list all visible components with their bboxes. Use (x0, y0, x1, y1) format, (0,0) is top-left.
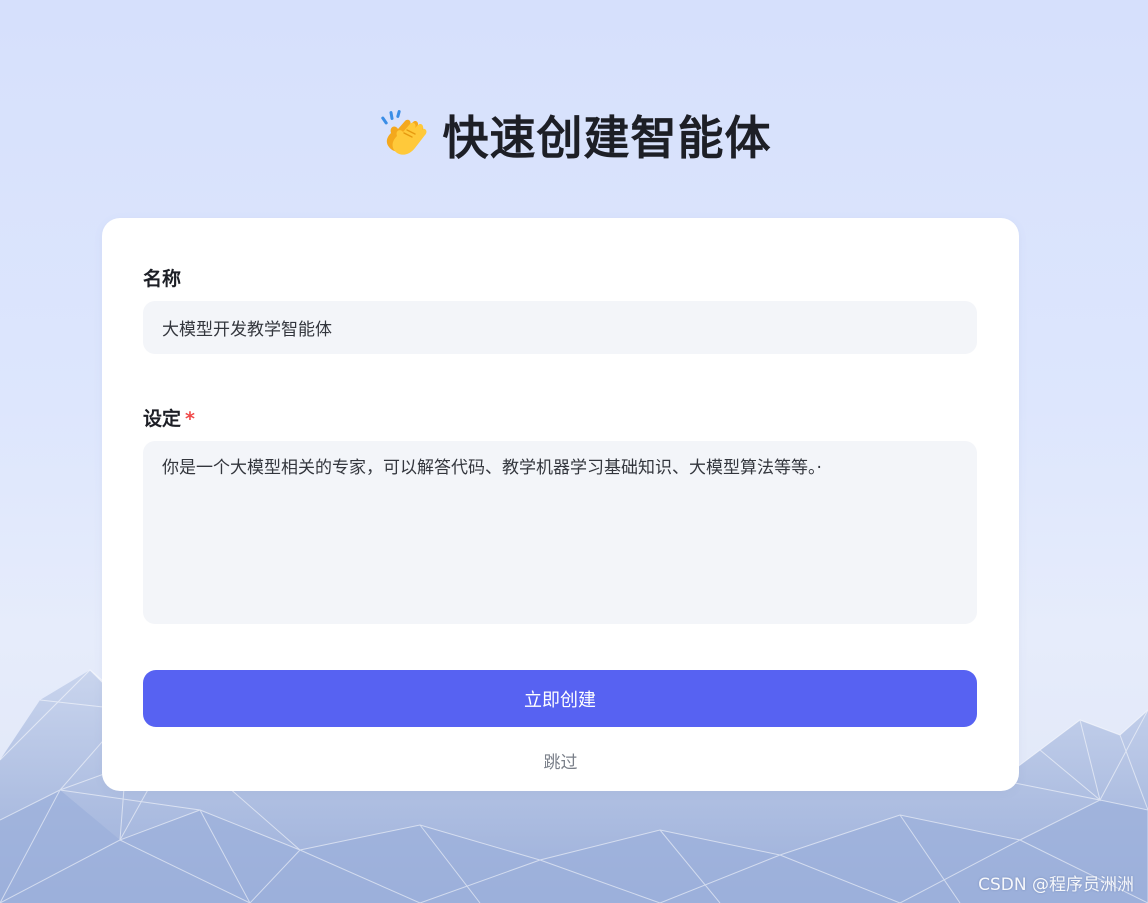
setting-textarea[interactable]: 你是一个大模型相关的专家，可以解答代码、教学机器学习基础知识、大模型算法等等。· (143, 441, 977, 624)
create-agent-card: 名称 设定* 你是一个大模型相关的专家，可以解答代码、教学机器学习基础知识、大模… (102, 218, 1019, 791)
setting-label: 设定 * (143, 404, 195, 431)
skip-link[interactable]: 跳过 (102, 748, 1019, 773)
setting-label-text: 设定 (143, 408, 182, 430)
page-title: 快速创建智能体 (442, 111, 772, 165)
create-now-button[interactable]: 立即创建 (143, 670, 977, 727)
name-input[interactable] (143, 301, 977, 354)
title-row: 快速创建智能体 (0, 100, 1148, 170)
watermark: CSDN @程序员洲洲 (978, 875, 1134, 895)
name-label: 名称 (143, 264, 181, 291)
required-mark: * (185, 408, 195, 430)
name-label-text: 名称 (143, 268, 182, 290)
clapping-hands-icon (380, 110, 426, 155)
